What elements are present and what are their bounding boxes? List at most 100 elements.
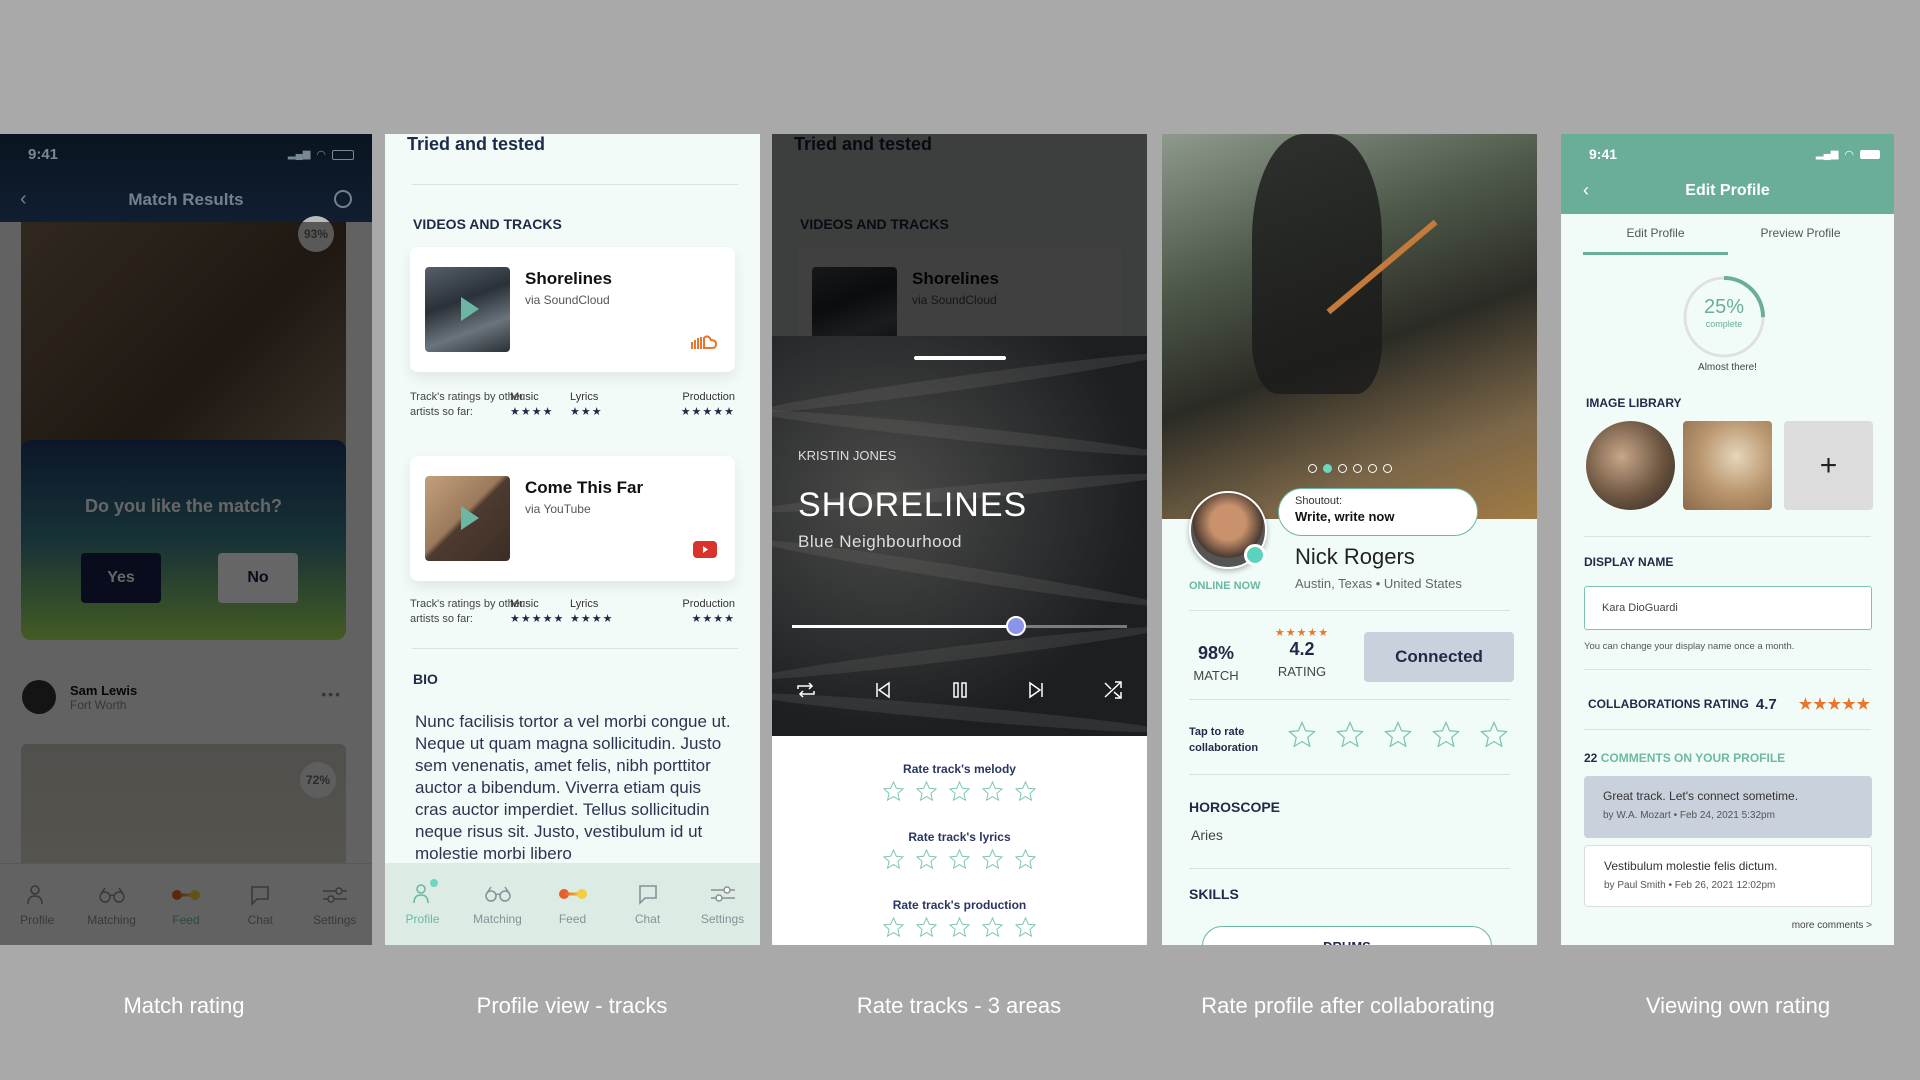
nav-bar: 9:41 ▂▄▆ ◠ ‹ Match Results <box>0 134 372 222</box>
star-icon[interactable] <box>948 916 971 944</box>
comment-card[interactable]: Vestibulum molestie felis dictum. by Pau… <box>1584 845 1872 907</box>
rating-category: Production <box>682 598 735 610</box>
carousel-dot[interactable] <box>1337 464 1347 473</box>
yes-button[interactable]: Yes <box>81 553 161 603</box>
star-icon[interactable] <box>915 848 938 876</box>
caption: Viewing own rating <box>1645 993 1831 1018</box>
star-icon[interactable] <box>882 780 905 808</box>
tab-profile[interactable]: Profile <box>391 879 455 926</box>
star-icon[interactable] <box>1014 780 1037 808</box>
star-icon[interactable] <box>1479 720 1509 755</box>
add-image-button[interactable]: + <box>1784 421 1873 510</box>
tab-chat[interactable]: Chat <box>228 883 292 927</box>
shoutout-bubble: Shoutout: Write, write now <box>1278 488 1478 536</box>
track-card[interactable]: Come This Far via YouTube <box>410 456 735 581</box>
horoscope-value: Aries <box>1191 827 1223 843</box>
tab-edit-profile[interactable]: Edit Profile <box>1583 226 1728 240</box>
comment-text: Vestibulum molestie felis dictum. <box>1604 859 1778 873</box>
match-user[interactable]: Sam Lewis Fort Worth <box>22 680 137 714</box>
star-icon[interactable] <box>981 780 1004 808</box>
tab-chat[interactable]: Chat <box>616 882 680 926</box>
star-icon[interactable] <box>1335 720 1365 755</box>
track-card[interactable]: Shorelines via SoundCloud <box>410 247 735 372</box>
profile-photo-carousel[interactable] <box>1162 134 1537 519</box>
play-icon[interactable] <box>461 506 479 530</box>
carousel-dot[interactable] <box>1322 464 1332 473</box>
skill-chip[interactable]: DRUMS <box>1202 926 1492 945</box>
rating-stars: ★★★★ <box>570 613 614 625</box>
previous-icon[interactable] <box>869 676 897 704</box>
play-icon[interactable] <box>461 297 479 321</box>
repeat-icon[interactable] <box>792 676 820 704</box>
status-icons: ▂▄▆ ◠ <box>288 148 354 161</box>
tab-matching[interactable]: Matching <box>80 883 144 927</box>
star-icon[interactable] <box>1287 720 1317 755</box>
shuffle-icon[interactable] <box>1099 676 1127 704</box>
star-icon[interactable] <box>981 848 1004 876</box>
connected-button[interactable]: Connected <box>1364 632 1514 682</box>
tab-label: Settings <box>313 912 357 927</box>
rating-lyrics: Lyrics ★★★ <box>570 390 630 420</box>
more-options-icon[interactable]: ••• <box>321 686 342 702</box>
carousel-dot[interactable] <box>1367 464 1377 473</box>
star-icon[interactable] <box>981 916 1004 944</box>
match-label: MATCH <box>1193 668 1239 683</box>
rating-music: Music ★★★★ <box>510 390 570 420</box>
nav-bar: 9:41 ▂▄▆ ◠ ‹ Edit Profile <box>1561 134 1894 214</box>
rating-category: Lyrics <box>570 598 599 610</box>
star-icon[interactable] <box>948 780 971 808</box>
caption: Rate tracks - 3 areas <box>856 993 1062 1018</box>
carousel-dot[interactable] <box>1352 464 1362 473</box>
pause-icon[interactable] <box>946 676 974 704</box>
star-icon[interactable] <box>915 780 938 808</box>
display-name-input[interactable] <box>1584 586 1872 630</box>
tab-settings[interactable]: Settings <box>691 882 755 926</box>
rate-area: Rate track's production <box>772 898 1147 944</box>
progress-knob[interactable] <box>1006 616 1027 636</box>
song-title: SHORELINES <box>798 486 1028 524</box>
star-icon[interactable] <box>915 916 938 944</box>
battery-icon <box>1860 150 1880 159</box>
tab-profile[interactable]: Profile <box>5 883 69 927</box>
rating-label: RATING <box>1277 664 1327 679</box>
drag-handle[interactable] <box>914 356 1006 360</box>
track-title: Shorelines <box>525 269 612 288</box>
tab-label: Chat <box>247 912 274 927</box>
sliders-icon <box>710 882 736 906</box>
no-button[interactable]: No <box>218 553 298 603</box>
carousel-dot[interactable] <box>1307 464 1317 473</box>
carousel-dot[interactable] <box>1382 464 1392 473</box>
tab-preview-profile[interactable]: Preview Profile <box>1728 226 1873 240</box>
match-value: 98% <box>1197 643 1235 663</box>
comment-meta: by Paul Smith • Feb 26, 2021 12:02pm <box>1604 880 1776 891</box>
carousel-dots <box>1162 464 1537 473</box>
star-icon[interactable] <box>1383 720 1413 755</box>
rating-category: Production <box>682 391 735 403</box>
tab-feed[interactable]: Feed <box>541 882 605 926</box>
tab-settings[interactable]: Settings <box>303 883 367 927</box>
horoscope-title: HOROSCOPE <box>1189 799 1281 815</box>
tab-matching[interactable]: Matching <box>466 882 530 926</box>
star-icon[interactable] <box>882 916 905 944</box>
star-icon[interactable] <box>1014 916 1037 944</box>
match-percent-badge: 93% <box>298 216 334 252</box>
star-icon[interactable] <box>1014 848 1037 876</box>
more-comments-link[interactable]: more comments > <box>1792 920 1872 931</box>
star-icon[interactable] <box>882 848 905 876</box>
tab-feed[interactable]: Feed <box>154 883 218 927</box>
tap-to-rate-label: Tap to rate collaboration <box>1189 726 1259 754</box>
progress-slider[interactable] <box>792 616 1127 636</box>
next-icon[interactable] <box>1022 676 1050 704</box>
rating-music: Music ★★★★★ <box>510 597 570 627</box>
star-icon[interactable] <box>1431 720 1461 755</box>
comment-card[interactable]: Great track. Let's connect sometime. by … <box>1584 776 1872 838</box>
star-icon[interactable] <box>948 848 971 876</box>
library-image[interactable] <box>1586 421 1675 510</box>
online-indicator <box>1244 544 1266 566</box>
search-icon[interactable] <box>334 190 352 208</box>
shoutout-text: Write, write now <box>1295 509 1395 524</box>
profile-icon <box>412 879 438 906</box>
library-image[interactable] <box>1683 421 1772 510</box>
match-photo[interactable]: 93% <box>21 216 346 452</box>
divider <box>412 184 738 185</box>
